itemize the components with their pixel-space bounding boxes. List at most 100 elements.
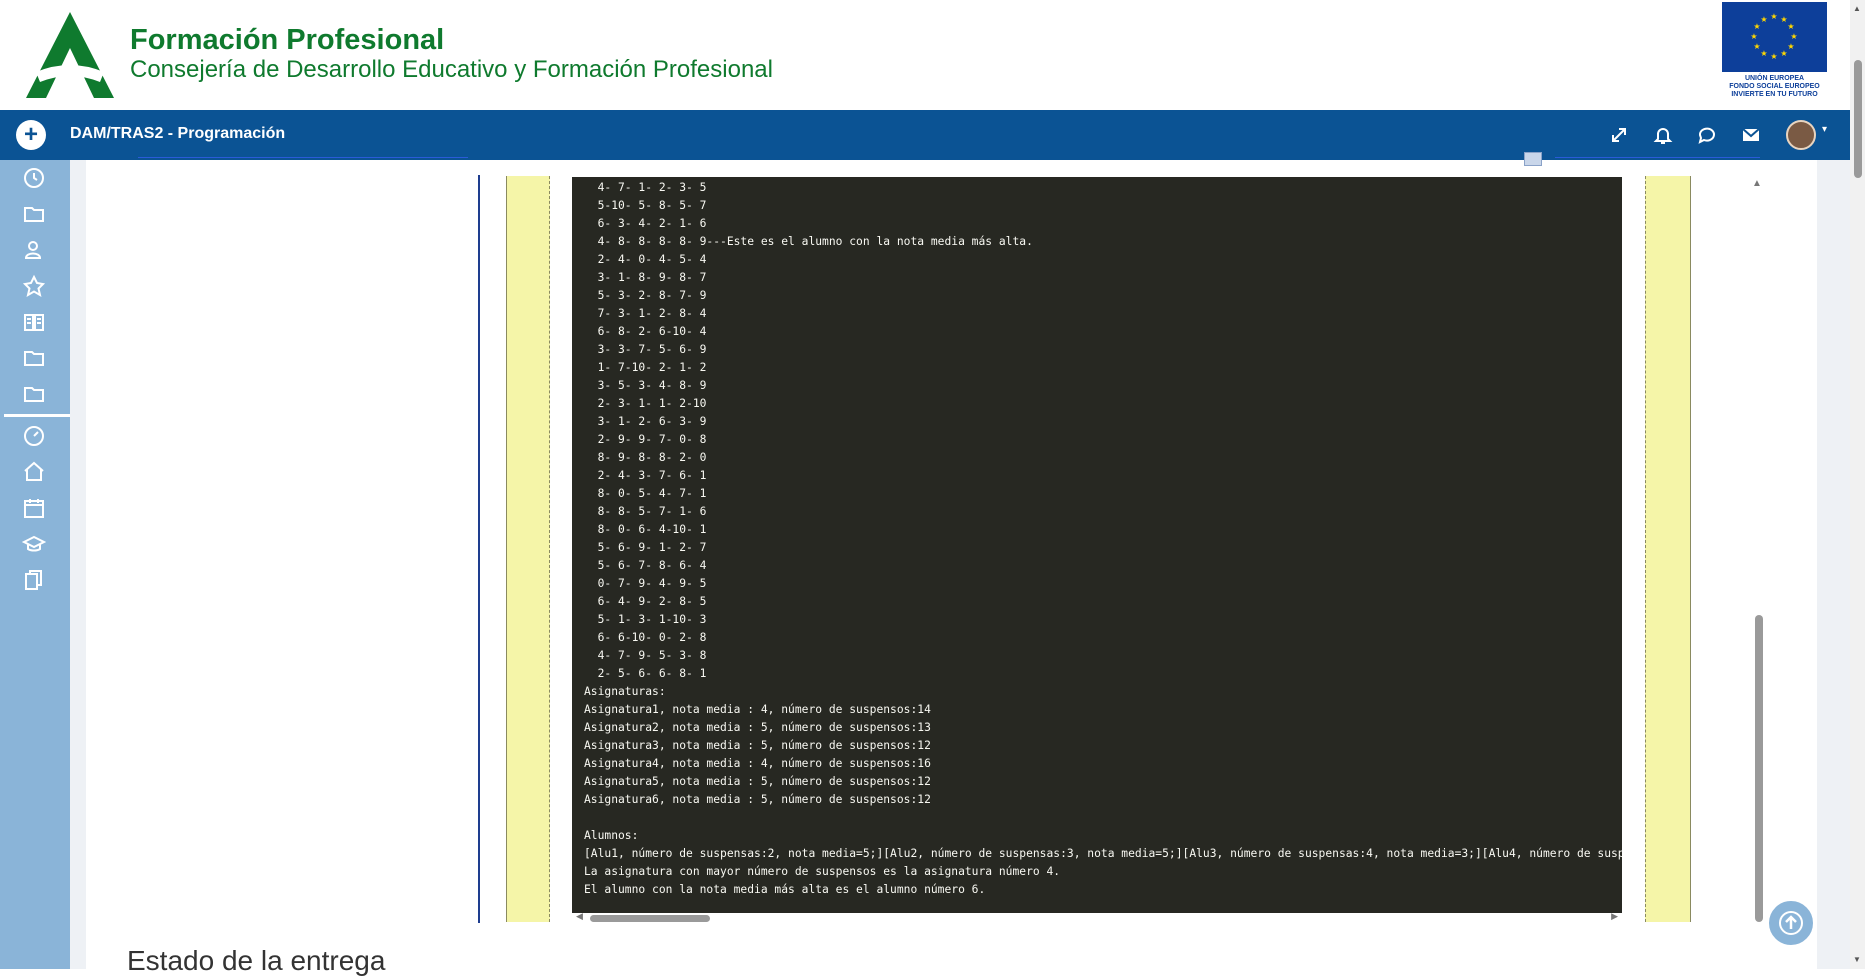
console-line: El alumno con la nota media más alta es … bbox=[584, 883, 986, 896]
page-scrollbar[interactable]: ▲ ▼ bbox=[1850, 0, 1865, 969]
eu-text-line: UNIÓN EUROPEA bbox=[1744, 75, 1805, 82]
console-line: 7- 3- 1- 2- 8- 4 bbox=[584, 307, 707, 320]
back-to-top-button[interactable] bbox=[1766, 898, 1816, 948]
console-line: 6- 3- 4- 2- 1- 6 bbox=[584, 217, 707, 230]
console-line: 8- 0- 6- 4-10- 1 bbox=[584, 523, 707, 536]
console-line: 2- 5- 6- 6- 8- 1 bbox=[584, 667, 707, 680]
svg-text:★: ★ bbox=[1790, 32, 1797, 41]
brand-title: Formación Profesional bbox=[130, 24, 445, 56]
document-icon[interactable] bbox=[1524, 152, 1542, 166]
brand-subtitle: Consejería de Desarrollo Educativo y For… bbox=[130, 56, 773, 83]
content-gutter bbox=[70, 160, 86, 969]
sidebar-divider bbox=[4, 414, 70, 417]
dashboard-icon[interactable] bbox=[22, 424, 46, 448]
svg-text:★: ★ bbox=[1760, 49, 1767, 58]
chat-icon[interactable] bbox=[1696, 124, 1718, 146]
scroll-down-icon[interactable]: ▼ bbox=[1853, 955, 1861, 964]
console-line: 5- 6- 9- 1- 2- 7 bbox=[584, 541, 707, 554]
page-margin bbox=[506, 176, 550, 922]
arrow-up-icon bbox=[1779, 911, 1803, 935]
console-line: 8- 9- 8- 8- 2- 0 bbox=[584, 451, 707, 464]
course-title[interactable]: DAM/TRAS2 - Programación bbox=[70, 125, 285, 143]
clock-icon[interactable] bbox=[22, 166, 46, 190]
svg-text:★: ★ bbox=[1750, 32, 1757, 41]
console-line: 4- 7- 1- 2- 3- 5 bbox=[584, 181, 707, 194]
calendar-icon[interactable] bbox=[22, 496, 46, 520]
top-navbar: + DAM/TRAS2 - Programación ▾ bbox=[0, 110, 1850, 160]
console-line: 1- 7-10- 2- 1- 2 bbox=[584, 361, 707, 374]
site-header: Formación Profesional Consejería de Desa… bbox=[0, 0, 1865, 110]
chevron-down-icon[interactable]: ▾ bbox=[1822, 124, 1827, 135]
graduation-cap-icon[interactable] bbox=[22, 532, 46, 556]
console-line: 6- 8- 2- 6-10- 4 bbox=[584, 325, 707, 338]
console-text: 4- 7- 1- 2- 3- 5 5-10- 5- 8- 5- 7 6- 3- … bbox=[584, 179, 1622, 899]
horizontal-scrollbar[interactable]: ◀ ▶ bbox=[572, 911, 1622, 925]
scrollbar-thumb[interactable] bbox=[590, 915, 710, 922]
folder-icon[interactable] bbox=[22, 346, 46, 370]
star-icon[interactable] bbox=[22, 274, 46, 298]
svg-text:★: ★ bbox=[1787, 42, 1794, 51]
console-line: 0- 7- 9- 4- 9- 5 bbox=[584, 577, 707, 590]
add-button[interactable]: + bbox=[16, 120, 46, 150]
console-line: 5- 3- 2- 8- 7- 9 bbox=[584, 289, 707, 302]
console-line: 2- 3- 1- 1- 2-10 bbox=[584, 397, 707, 410]
console-line: Asignatura4, nota media : 4, número de s… bbox=[584, 757, 931, 770]
scroll-up-icon[interactable]: ▲ bbox=[1853, 4, 1861, 13]
console-line: 6- 6-10- 0- 2- 8 bbox=[584, 631, 707, 644]
content-gutter bbox=[1817, 160, 1850, 969]
console-line: 3- 1- 2- 6- 3- 9 bbox=[584, 415, 707, 428]
console-line: 3- 5- 3- 4- 8- 9 bbox=[584, 379, 707, 392]
eu-text-line: INVIERTE EN TU FUTURO bbox=[1731, 91, 1818, 98]
book-icon[interactable] bbox=[22, 310, 46, 334]
svg-text:★: ★ bbox=[1753, 42, 1760, 51]
link-row[interactable] bbox=[1555, 155, 1760, 158]
console-line: 5- 6- 7- 8- 6- 4 bbox=[584, 559, 707, 572]
console-line: Asignatura3, nota media : 5, número de s… bbox=[584, 739, 931, 752]
page-margin bbox=[1645, 176, 1691, 922]
console-line: 3- 1- 8- 9- 8- 7 bbox=[584, 271, 707, 284]
console-line: 8- 8- 5- 7- 1- 6 bbox=[584, 505, 707, 518]
console-line: 3- 3- 7- 5- 6- 9 bbox=[584, 343, 707, 356]
console-line: 5-10- 5- 8- 5- 7 bbox=[584, 199, 707, 212]
console-line: 2- 9- 9- 7- 0- 8 bbox=[584, 433, 707, 446]
console-output: 4- 7- 1- 2- 3- 5 5-10- 5- 8- 5- 7 6- 3- … bbox=[572, 177, 1622, 913]
console-line: 2- 4- 3- 7- 6- 1 bbox=[584, 469, 707, 482]
console-line: 5- 1- 3- 1-10- 3 bbox=[584, 613, 707, 626]
home-icon[interactable] bbox=[22, 460, 46, 484]
console-line: Alumnos: bbox=[584, 829, 639, 842]
svg-text:★: ★ bbox=[1787, 22, 1794, 31]
scrollbar-thumb[interactable] bbox=[1755, 615, 1763, 922]
console-line: 8- 0- 5- 4- 7- 1 bbox=[584, 487, 707, 500]
svg-text:★: ★ bbox=[1770, 12, 1777, 21]
console-line: 6- 4- 9- 2- 8- 5 bbox=[584, 595, 707, 608]
console-line: La asignatura con mayor número de suspen… bbox=[584, 865, 1061, 878]
scroll-right-icon[interactable]: ▶ bbox=[1611, 911, 1618, 922]
bell-icon[interactable] bbox=[1652, 124, 1674, 146]
users-icon[interactable] bbox=[22, 238, 46, 262]
expand-icon[interactable] bbox=[1608, 124, 1630, 146]
documents-icon[interactable] bbox=[22, 568, 46, 592]
console-line: Asignatura6, nota media : 5, número de s… bbox=[584, 793, 931, 806]
console-line: 2- 4- 0- 4- 5- 4 bbox=[584, 253, 707, 266]
console-line: Asignaturas: bbox=[584, 685, 666, 698]
svg-text:★: ★ bbox=[1760, 15, 1767, 24]
svg-text:★: ★ bbox=[1770, 52, 1777, 61]
console-line: 4- 7- 9- 5- 3- 8 bbox=[584, 649, 707, 662]
scrollbar-thumb[interactable] bbox=[1854, 60, 1862, 178]
folder-icon[interactable] bbox=[22, 382, 46, 406]
console-line: 4- 8- 8- 8- 8- 9---Este es el alumno con… bbox=[584, 235, 1033, 248]
scroll-up-icon[interactable]: ▲ bbox=[1752, 178, 1762, 189]
svg-text:★: ★ bbox=[1780, 49, 1787, 58]
eu-text: UNIÓN EUROPEA FONDO SOCIAL EUROPEO INVIE… bbox=[1712, 75, 1837, 99]
mail-icon[interactable] bbox=[1740, 124, 1762, 146]
console-line: Asignatura2, nota media : 5, número de s… bbox=[584, 721, 931, 734]
console-line: [Alu1, número de suspensas:2, nota media… bbox=[584, 847, 1622, 860]
console-line: Asignatura5, nota media : 5, número de s… bbox=[584, 775, 931, 788]
section-title: Estado de la entrega bbox=[127, 945, 386, 976]
link-row[interactable] bbox=[138, 155, 468, 158]
junta-andalucia-logo[interactable] bbox=[22, 10, 118, 100]
folder-icon[interactable] bbox=[22, 202, 46, 226]
avatar[interactable] bbox=[1786, 120, 1816, 150]
scroll-left-icon[interactable]: ◀ bbox=[576, 911, 583, 922]
